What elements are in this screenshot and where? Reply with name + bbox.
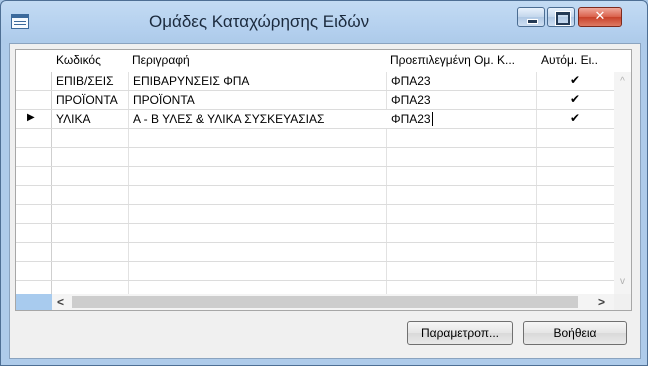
cell-default-group[interactable]: ΦΠΑ23 — [391, 112, 471, 126]
table-row-empty[interactable] — [16, 167, 614, 186]
table-row-empty[interactable] — [16, 243, 614, 262]
cell-default-group[interactable]: ΦΠΑ23 — [391, 74, 531, 88]
dialog-window: Ομάδες Καταχώρησης Ειδών ✕ Κωδικός Περιγ… — [0, 0, 648, 366]
cell-default-group[interactable]: ΦΠΑ23 — [391, 93, 531, 107]
column-header-default-group[interactable]: Προεπιλεγμένη Ομ. Κ... — [390, 53, 535, 67]
text-caret — [432, 112, 433, 126]
parameters-button[interactable]: Παραμετροπ... — [407, 321, 513, 345]
table-icon[interactable] — [11, 14, 29, 29]
item-posting-groups-grid[interactable]: Κωδικός Περιγραφή Προεπιλεγμένη Ομ. Κ...… — [15, 49, 632, 311]
column-header-description[interactable]: Περιγραφή — [132, 53, 372, 67]
row-selector[interactable] — [16, 186, 52, 204]
cell-code[interactable]: ΠΡΟΪΟΝΤΑ — [56, 93, 128, 107]
column-header-auto[interactable]: Αυτόμ. Ει.. — [541, 53, 615, 67]
table-row-empty[interactable] — [16, 148, 614, 167]
row-selector[interactable] — [16, 148, 52, 166]
check-icon[interactable]: ✔ — [570, 73, 580, 87]
cell-description[interactable]: ΠΡΟΪΟΝΤΑ — [133, 93, 383, 107]
maximize-button[interactable] — [547, 7, 575, 27]
table-row[interactable]: ΕΠΙΒ/ΣΕΙΣ ΕΠΙΒΑΡΥΝΣΕΙΣ ΦΠΑ ΦΠΑ23 ✔ — [16, 72, 614, 91]
table-row[interactable]: ΠΡΟΪΟΝΤΑ ΠΡΟΪΟΝΤΑ ΦΠΑ23 ✔ — [16, 91, 614, 110]
row-selector[interactable] — [16, 281, 52, 294]
minimize-icon — [527, 19, 538, 24]
scroll-right-icon[interactable]: > — [598, 295, 605, 309]
horizontal-scrollbar[interactable]: < > — [52, 294, 614, 310]
cell-description[interactable]: ΕΠΙΒΑΡΥΝΣΕΙΣ ΦΠΑ — [133, 74, 383, 88]
row-selector[interactable] — [16, 262, 52, 280]
row-selector[interactable] — [16, 205, 52, 223]
scroll-up-icon[interactable]: ^ — [614, 76, 631, 87]
scrollbar-corner — [614, 294, 631, 310]
table-row-current[interactable]: ▶ ΥΛΙΚΑ Α - Β ΥΛΕΣ & ΥΛΙΚΑ ΣΥΣΚΕΥΑΣΙΑΣ Φ… — [16, 110, 614, 129]
table-row-empty[interactable] — [16, 262, 614, 281]
vertical-scrollbar[interactable]: ^ v — [614, 72, 631, 294]
row-selector[interactable] — [16, 224, 52, 242]
help-button[interactable]: Βοήθεια — [523, 321, 627, 345]
check-icon[interactable]: ✔ — [570, 92, 580, 106]
table-row-empty[interactable] — [16, 224, 614, 243]
close-button[interactable]: ✕ — [578, 7, 622, 27]
cell-code[interactable]: ΕΠΙΒ/ΣΕΙΣ — [56, 74, 128, 88]
table-row-empty[interactable] — [16, 205, 614, 224]
maximize-icon — [556, 12, 570, 25]
row-selector[interactable] — [16, 72, 52, 90]
window-title: Ομάδες Καταχώρησης Ειδών — [149, 12, 370, 31]
scroll-left-icon[interactable]: < — [57, 295, 64, 309]
row-selector[interactable] — [16, 167, 52, 185]
grid-header: Κωδικός Περιγραφή Προεπιλεγμένη Ομ. Κ...… — [16, 50, 631, 72]
close-icon: ✕ — [594, 8, 606, 23]
title-bar[interactable]: Ομάδες Καταχώρησης Ειδών ✕ — [1, 1, 647, 43]
table-row-empty[interactable] — [16, 186, 614, 205]
current-row-arrow-icon: ▶ — [27, 112, 35, 123]
minimize-button[interactable] — [517, 7, 545, 27]
check-icon[interactable]: ✔ — [570, 111, 580, 125]
default-group-editor[interactable]: ΦΠΑ23 🠉 — [386, 110, 534, 128]
table-row-empty[interactable] — [16, 129, 614, 148]
table-row-empty[interactable] — [16, 281, 614, 294]
row-selector[interactable] — [16, 129, 52, 147]
scroll-down-icon[interactable]: v — [614, 276, 631, 287]
horizontal-scroll-thumb[interactable] — [72, 296, 578, 308]
row-selector[interactable] — [16, 243, 52, 261]
select-all-corner[interactable] — [16, 294, 52, 310]
row-selector[interactable]: ▶ — [16, 110, 52, 128]
cell-code[interactable]: ΥΛΙΚΑ — [56, 112, 128, 126]
column-header-code[interactable]: Κωδικός — [56, 53, 126, 67]
cell-description[interactable]: Α - Β ΥΛΕΣ & ΥΛΙΚΑ ΣΥΣΚΕΥΑΣΙΑΣ — [133, 112, 383, 126]
row-selector[interactable] — [16, 91, 52, 109]
